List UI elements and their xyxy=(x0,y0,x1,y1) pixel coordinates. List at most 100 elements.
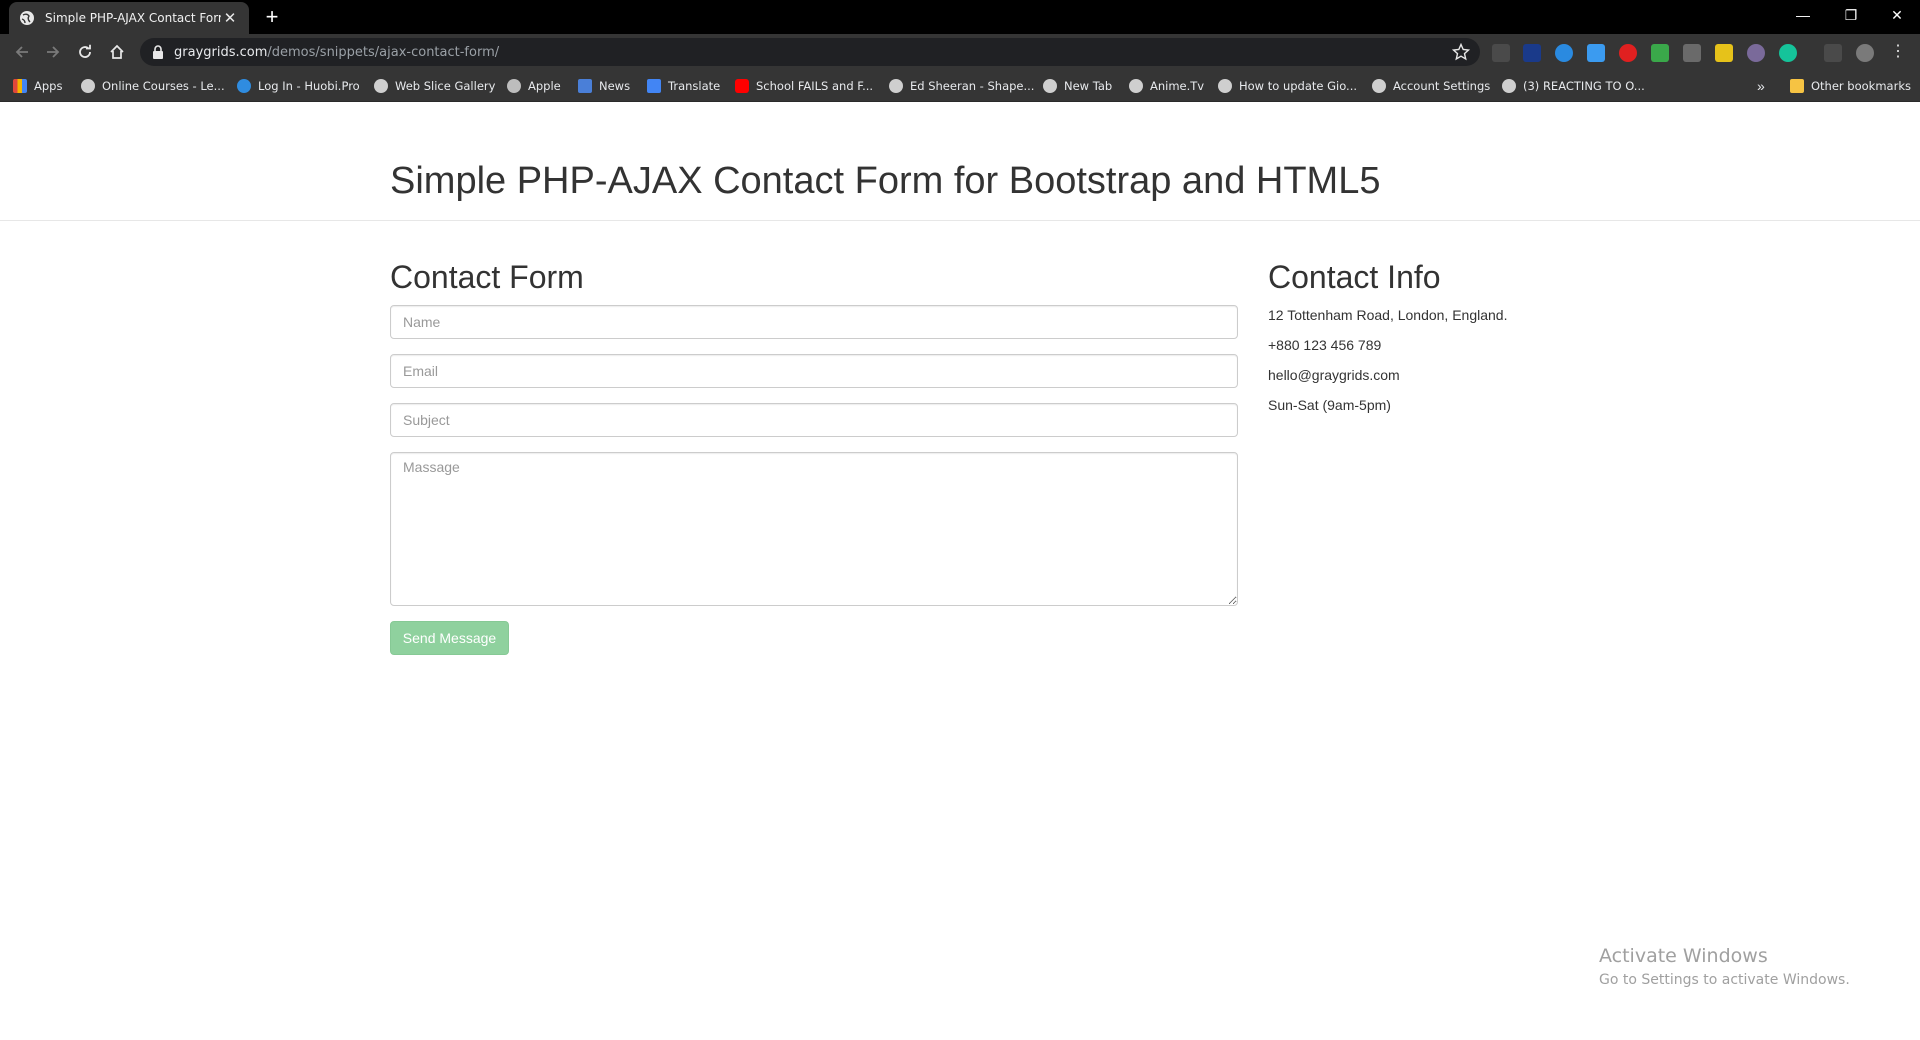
media-queue-icon[interactable] xyxy=(1824,44,1842,62)
bookmark-news[interactable]: News xyxy=(578,78,630,94)
bookmark-translate[interactable]: Translate xyxy=(647,78,720,94)
bookmark-label: (3) REACTING TO O... xyxy=(1523,79,1645,93)
apple-icon xyxy=(507,79,521,93)
send-message-button[interactable]: Send Message xyxy=(390,621,509,655)
bookmark-label: Anime.Tv xyxy=(1150,79,1205,93)
url-text: graygrids.com/demos/snippets/ajax-contac… xyxy=(174,45,499,60)
activate-windows-subtitle: Go to Settings to activate Windows. xyxy=(1599,972,1850,988)
restore-button[interactable]: ❐ xyxy=(1828,0,1874,30)
arrow-left-icon xyxy=(15,46,28,58)
bookmark-account-settings[interactable]: Account Settings xyxy=(1372,78,1490,94)
tab-title: Simple PHP-AJAX Contact Form f xyxy=(45,11,221,25)
bookmark-reacting[interactable]: (3) REACTING TO O... xyxy=(1502,78,1645,94)
bookmark-label: News xyxy=(599,79,631,93)
page-title: Simple PHP-AJAX Contact Form for Bootstr… xyxy=(390,160,1381,202)
bookmark-online-courses[interactable]: Online Courses - Le... xyxy=(81,78,225,94)
url-path: /demos/snippets/ajax-contact-form/ xyxy=(267,44,500,60)
bookmark-label: Online Courses - Le... xyxy=(102,79,225,93)
globe-icon xyxy=(1043,79,1057,93)
minimize-button[interactable]: — xyxy=(1780,0,1826,30)
folder-icon xyxy=(1790,79,1804,93)
contact-info-heading: Contact Info xyxy=(1268,259,1441,295)
bookmark-school-fails[interactable]: School FAILS and F... xyxy=(735,78,873,94)
contact-hours: Sun-Sat (9am-5pm) xyxy=(1268,397,1391,413)
home-button[interactable] xyxy=(105,40,129,64)
globe-icon xyxy=(81,79,95,93)
contact-email: hello@graygrids.com xyxy=(1268,367,1400,383)
extension-crosshair-icon[interactable] xyxy=(1683,44,1701,62)
tab-strip: Simple PHP-AJAX Contact Form f ✕ + — ❐ ✕ xyxy=(0,0,1920,34)
bookmark-label: School FAILS and F... xyxy=(756,79,874,93)
home-icon xyxy=(110,44,124,59)
address-bar[interactable]: graygrids.com/demos/snippets/ajax-contac… xyxy=(140,38,1480,66)
bookmark-ed-sheeran[interactable]: Ed Sheeran - Shape... xyxy=(889,78,1034,94)
back-button[interactable] xyxy=(10,40,34,64)
url-domain: graygrids.com xyxy=(174,44,268,60)
bookmark-label: Log In - Huobi.Pro xyxy=(258,79,360,93)
bookmark-update-gio[interactable]: How to update Gio... xyxy=(1218,78,1357,94)
bookmark-label: Account Settings xyxy=(1393,79,1491,93)
tab-close-icon[interactable]: ✕ xyxy=(221,9,239,27)
bookmark-label: How to update Gio... xyxy=(1239,79,1358,93)
globe-icon xyxy=(20,11,34,25)
bookmark-label: Other bookmarks xyxy=(1811,79,1911,93)
other-bookmarks[interactable]: Other bookmarks xyxy=(1790,78,1911,94)
close-window-button[interactable]: ✕ xyxy=(1874,0,1920,30)
bookmark-label: Web Slice Gallery xyxy=(395,79,496,93)
globe-icon xyxy=(374,79,388,93)
grammarly-icon[interactable] xyxy=(1779,44,1797,62)
contact-phone: +880 123 456 789 xyxy=(1268,337,1382,353)
menu-kebab-icon[interactable]: ⋮ xyxy=(1890,44,1906,62)
extension-red-icon[interactable] xyxy=(1619,44,1637,62)
globe-icon xyxy=(1129,79,1143,93)
huobi-icon xyxy=(237,79,251,93)
globe-icon xyxy=(889,79,903,93)
extension-owl-icon[interactable] xyxy=(1747,44,1765,62)
activate-windows-title: Activate Windows xyxy=(1599,945,1768,967)
new-tab-button[interactable]: + xyxy=(262,6,282,28)
subject-input[interactable] xyxy=(390,403,1238,437)
gear-icon[interactable] xyxy=(1492,44,1510,62)
extension-blue-icon[interactable] xyxy=(1523,44,1541,62)
apps-grid-icon xyxy=(13,79,27,93)
more-bookmarks-button[interactable]: » xyxy=(1757,78,1765,94)
bookmark-web-slice[interactable]: Web Slice Gallery xyxy=(374,78,495,94)
globe-icon xyxy=(1502,79,1516,93)
bookmark-label: Apps xyxy=(34,79,63,93)
email-input[interactable] xyxy=(390,354,1238,388)
contact-form-heading: Contact Form xyxy=(390,259,584,295)
bookmark-label: Apple xyxy=(528,79,561,93)
profile-avatar[interactable] xyxy=(1856,44,1874,62)
extension-yellow-icon[interactable] xyxy=(1715,44,1733,62)
extension-eye-icon[interactable] xyxy=(1555,44,1573,62)
youtube-icon xyxy=(735,79,749,93)
bookmark-label: New Tab xyxy=(1064,79,1113,93)
globe-icon xyxy=(1218,79,1232,93)
bookmark-new-tab[interactable]: New Tab xyxy=(1043,78,1112,94)
extension-green-icon[interactable] xyxy=(1651,44,1669,62)
bookmark-huobi[interactable]: Log In - Huobi.Pro xyxy=(237,78,360,94)
bookmarks-bar: Apps Online Courses - Le... Log In - Huo… xyxy=(0,70,1920,102)
star-icon[interactable] xyxy=(1452,43,1470,61)
contact-address: 12 Tottenham Road, London, England. xyxy=(1268,307,1508,323)
arrow-right-icon xyxy=(47,46,60,58)
bookmark-anime-tv[interactable]: Anime.Tv xyxy=(1129,78,1204,94)
lock-icon xyxy=(153,45,163,59)
extension-cloud-icon[interactable] xyxy=(1587,44,1605,62)
page-content: Simple PHP-AJAX Contact Form for Bootstr… xyxy=(0,102,1920,1040)
globe-icon xyxy=(1372,79,1386,93)
bookmark-apple[interactable]: Apple xyxy=(507,78,561,94)
bookmark-label: Ed Sheeran - Shape... xyxy=(910,79,1035,93)
bookmark-apps[interactable]: Apps xyxy=(13,78,62,94)
bookmark-label: Translate xyxy=(668,79,721,93)
name-input[interactable] xyxy=(390,305,1238,339)
reload-button[interactable] xyxy=(73,40,97,64)
message-textarea[interactable] xyxy=(390,452,1238,606)
tab-active[interactable]: Simple PHP-AJAX Contact Form f ✕ xyxy=(9,2,249,34)
forward-button[interactable] xyxy=(41,40,65,64)
reload-icon xyxy=(79,44,91,58)
news-icon xyxy=(578,79,592,93)
translate-icon xyxy=(647,79,661,93)
page-header: Simple PHP-AJAX Contact Form for Bootstr… xyxy=(0,102,1920,221)
browser-toolbar: graygrids.com/demos/snippets/ajax-contac… xyxy=(0,34,1920,70)
